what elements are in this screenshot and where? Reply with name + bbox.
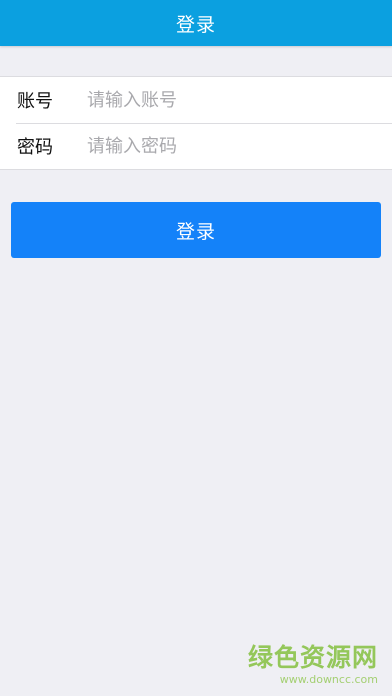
page-title: 登录 <box>175 13 216 36</box>
login-form: 账号 密码 <box>0 76 392 170</box>
password-label: 密码 <box>17 137 53 158</box>
watermark-url: www.downcc.com <box>279 673 378 686</box>
account-row: 账号 <box>0 77 392 123</box>
watermark: 绿色资源网 www.downcc.com <box>248 643 378 686</box>
watermark-text: 绿色资源网 <box>247 643 378 672</box>
login-button[interactable]: 登录 <box>11 202 381 258</box>
account-input[interactable] <box>70 78 392 122</box>
password-input[interactable] <box>70 124 392 168</box>
account-label: 账号 <box>17 91 53 112</box>
nav-bar: 登录 <box>0 0 392 46</box>
password-row: 密码 <box>0 123 392 169</box>
